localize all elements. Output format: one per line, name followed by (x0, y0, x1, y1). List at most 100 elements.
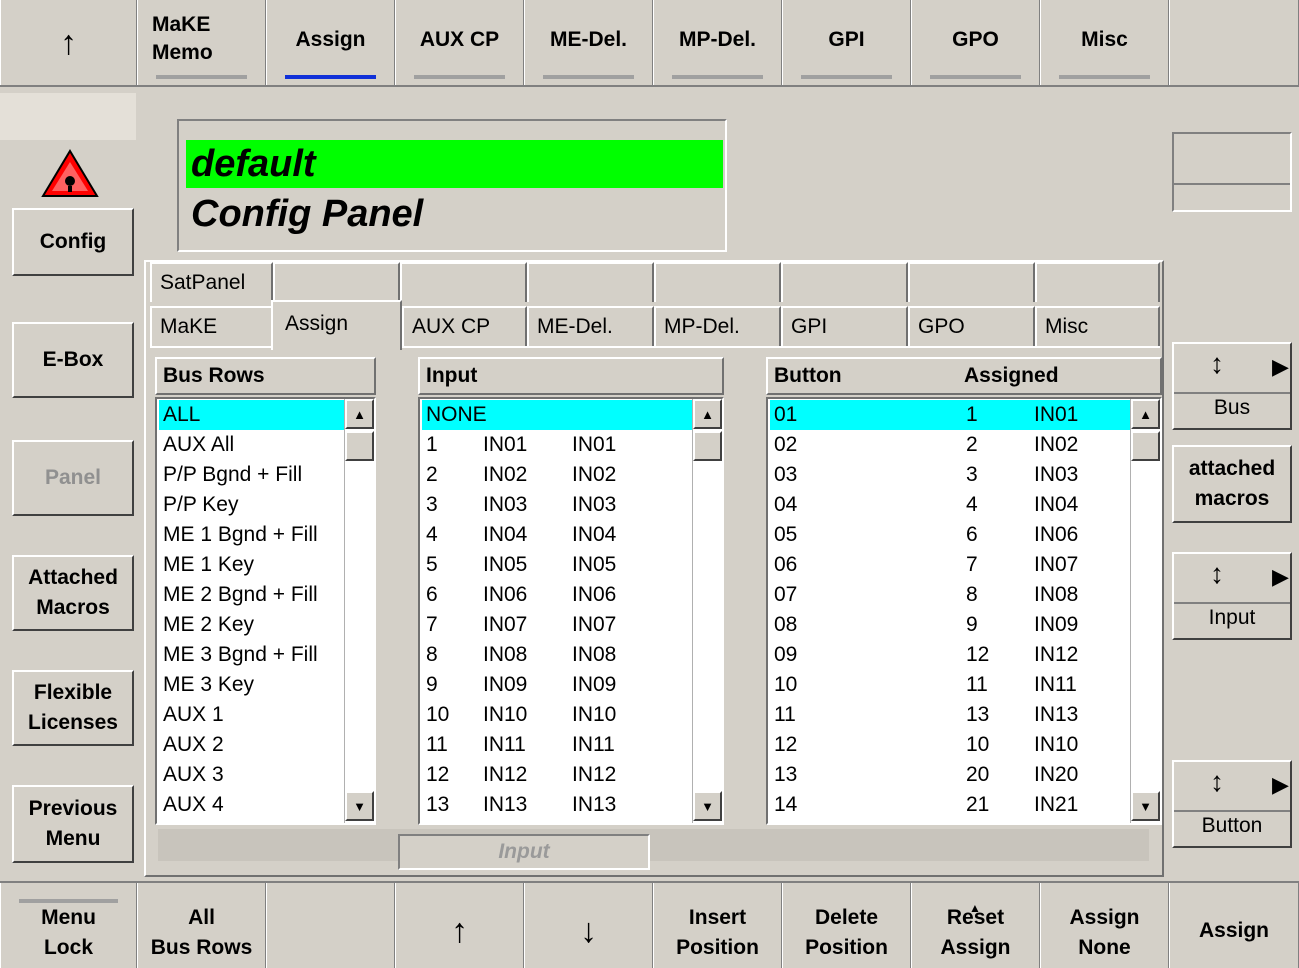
attached-macros-right-button[interactable]: attached macros (1172, 445, 1292, 523)
tab-gpi-inner[interactable]: GPI (781, 306, 908, 346)
tab-empty[interactable] (527, 262, 654, 302)
tab-gpi[interactable]: GPI (782, 0, 911, 85)
assign-button[interactable]: Assign (1169, 883, 1299, 968)
tab-empty[interactable] (400, 262, 527, 302)
tab-assign[interactable]: Assign (266, 0, 395, 85)
list-item[interactable]: AUX 4 (159, 790, 344, 820)
assign-none-button[interactable]: Assign None (1040, 883, 1169, 968)
table-row[interactable]: 06 7 IN07 (770, 550, 1130, 580)
tab-gpo[interactable]: GPO (911, 0, 1040, 85)
scrollbar[interactable]: ▲ ▼ (1130, 399, 1160, 823)
insert-position-button[interactable]: Insert Position (653, 883, 782, 968)
attached-macros-button[interactable]: Attached Macros (12, 555, 134, 631)
scroll-up-icon[interactable]: ▲ (693, 399, 722, 429)
table-row[interactable]: 05 6 IN06 (770, 520, 1130, 550)
panel-button[interactable]: Panel (12, 440, 134, 516)
list-item[interactable]: 9 IN09 IN09 (422, 670, 692, 700)
tab-make-memo[interactable]: MaKE Memo (137, 0, 266, 85)
scroll-up-icon[interactable]: ▲ (1131, 399, 1160, 429)
tab-satpanel[interactable]: SatPanel (150, 262, 273, 302)
list-item[interactable]: ME 1 Bgnd + Fill (159, 520, 344, 550)
tab-me-del[interactable]: ME-Del. (524, 0, 653, 85)
tab-assign-active[interactable]: Assign (271, 300, 402, 350)
list-item[interactable]: ME 1 Key (159, 550, 344, 580)
tab-empty[interactable] (654, 262, 781, 302)
tab-empty[interactable] (781, 262, 908, 302)
list-item[interactable]: 13 IN13 IN13 (422, 790, 692, 820)
tab-aux-cp-inner[interactable]: AUX CP (402, 306, 527, 346)
list-item[interactable]: 5 IN05 IN05 (422, 550, 692, 580)
ebox-button[interactable]: E-Box (12, 322, 134, 398)
list-item[interactable]: 4 IN04 IN04 (422, 520, 692, 550)
list-item[interactable]: 12 IN12 IN12 (422, 760, 692, 790)
input-list[interactable]: NONE 1 IN01 IN01 2 IN02 IN02 3 IN03 IN03 4 IN04… (418, 397, 724, 825)
list-item[interactable]: ME 2 Key (159, 610, 344, 640)
scrollbar[interactable]: ▲ ▼ (692, 399, 722, 823)
back-button[interactable]: ↑ (0, 0, 137, 85)
table-row[interactable]: 01 1 IN01 (770, 400, 1130, 430)
tab-me-del-inner[interactable]: ME-Del. (527, 306, 654, 346)
all-bus-rows-button[interactable]: All Bus Rows (137, 883, 266, 968)
scroll-thumb[interactable] (1131, 431, 1160, 461)
scroll-down-icon[interactable]: ▼ (345, 791, 374, 821)
list-item[interactable]: ME 3 Bgnd + Fill (159, 640, 344, 670)
table-row[interactable]: 12 10 IN10 (770, 730, 1130, 760)
list-item[interactable]: ME 3 Key (159, 670, 344, 700)
tab-aux-cp[interactable]: AUX CP (395, 0, 524, 85)
tab-misc-inner[interactable]: Misc (1035, 306, 1160, 346)
table-row[interactable]: 08 9 IN09 (770, 610, 1130, 640)
list-item[interactable]: AUX 2 (159, 730, 344, 760)
list-item[interactable]: P/P Bgnd + Fill (159, 460, 344, 490)
scrollbar[interactable]: ▲ ▼ (344, 399, 374, 823)
scroll-thumb[interactable] (693, 431, 722, 461)
bus-rows-list[interactable]: ALL AUX All P/P Bgnd + Fill P/P Key ME 1… (155, 397, 376, 825)
list-item[interactable]: AUX 3 (159, 760, 344, 790)
bus-scroll-button[interactable]: ↕ ▶ Bus (1172, 342, 1292, 430)
input-scroll-button[interactable]: ↕ ▶ Input (1172, 552, 1292, 640)
input-field[interactable]: Input (398, 834, 650, 870)
table-row[interactable]: 03 3 IN03 (770, 460, 1130, 490)
menu-lock-button[interactable]: Menu Lock (0, 883, 137, 968)
list-item[interactable]: 11 IN11 IN11 (422, 730, 692, 760)
tab-misc[interactable]: Misc (1040, 0, 1169, 85)
scroll-thumb[interactable] (345, 431, 374, 461)
list-item[interactable]: 3 IN03 IN03 (422, 490, 692, 520)
table-row[interactable]: 04 4 IN04 (770, 490, 1130, 520)
delete-position-button[interactable]: Delete Position (782, 883, 911, 968)
table-row[interactable]: 11 13 IN13 (770, 700, 1130, 730)
flexible-licenses-button[interactable]: Flexible Licenses (12, 670, 134, 746)
tab-make[interactable]: MaKE (150, 306, 273, 346)
list-item[interactable]: NONE (422, 400, 692, 430)
tab-mp-del[interactable]: MP-Del. (653, 0, 782, 85)
list-item[interactable]: 6 IN06 IN06 (422, 580, 692, 610)
list-item[interactable]: 1 IN01 IN01 (422, 430, 692, 460)
tab-empty[interactable] (1035, 262, 1160, 302)
table-row[interactable]: 09 12 IN12 (770, 640, 1130, 670)
scroll-down-icon[interactable]: ▼ (693, 791, 722, 821)
table-row[interactable]: 14 21 IN21 (770, 790, 1130, 820)
scroll-down-icon[interactable]: ▼ (1131, 791, 1160, 821)
reset-assign-button[interactable]: ▲ Reset Assign (911, 883, 1040, 968)
previous-menu-button[interactable]: Previous Menu (12, 785, 134, 863)
list-item[interactable]: ME 2 Bgnd + Fill (159, 580, 344, 610)
list-item[interactable]: AUX 1 (159, 700, 344, 730)
tab-empty[interactable] (908, 262, 1035, 302)
move-down-button[interactable]: ↓ (524, 883, 653, 968)
button-assign-list[interactable]: 01 1 IN01 02 2 IN02 03 3 IN03 04 4 IN04 05 6 IN06 … (766, 397, 1162, 825)
table-row[interactable]: 07 8 IN08 (770, 580, 1130, 610)
list-item[interactable]: ALL (159, 400, 344, 430)
tab-mp-del-inner[interactable]: MP-Del. (654, 306, 781, 346)
scroll-up-icon[interactable]: ▲ (345, 399, 374, 429)
button-scroll-button[interactable]: ↕ ▶ Button (1172, 760, 1292, 848)
list-item[interactable]: 2 IN02 IN02 (422, 460, 692, 490)
table-row[interactable]: 02 2 IN02 (770, 430, 1130, 460)
tab-empty[interactable] (273, 262, 400, 302)
list-item[interactable]: 10 IN10 IN10 (422, 700, 692, 730)
config-button[interactable]: Config (12, 208, 134, 276)
tab-gpo-inner[interactable]: GPO (908, 306, 1035, 346)
table-row[interactable]: 13 20 IN20 (770, 760, 1130, 790)
table-row[interactable]: 10 11 IN11 (770, 670, 1130, 700)
list-item[interactable]: P/P Key (159, 490, 344, 520)
list-item[interactable]: AUX All (159, 430, 344, 460)
list-item[interactable]: 7 IN07 IN07 (422, 610, 692, 640)
